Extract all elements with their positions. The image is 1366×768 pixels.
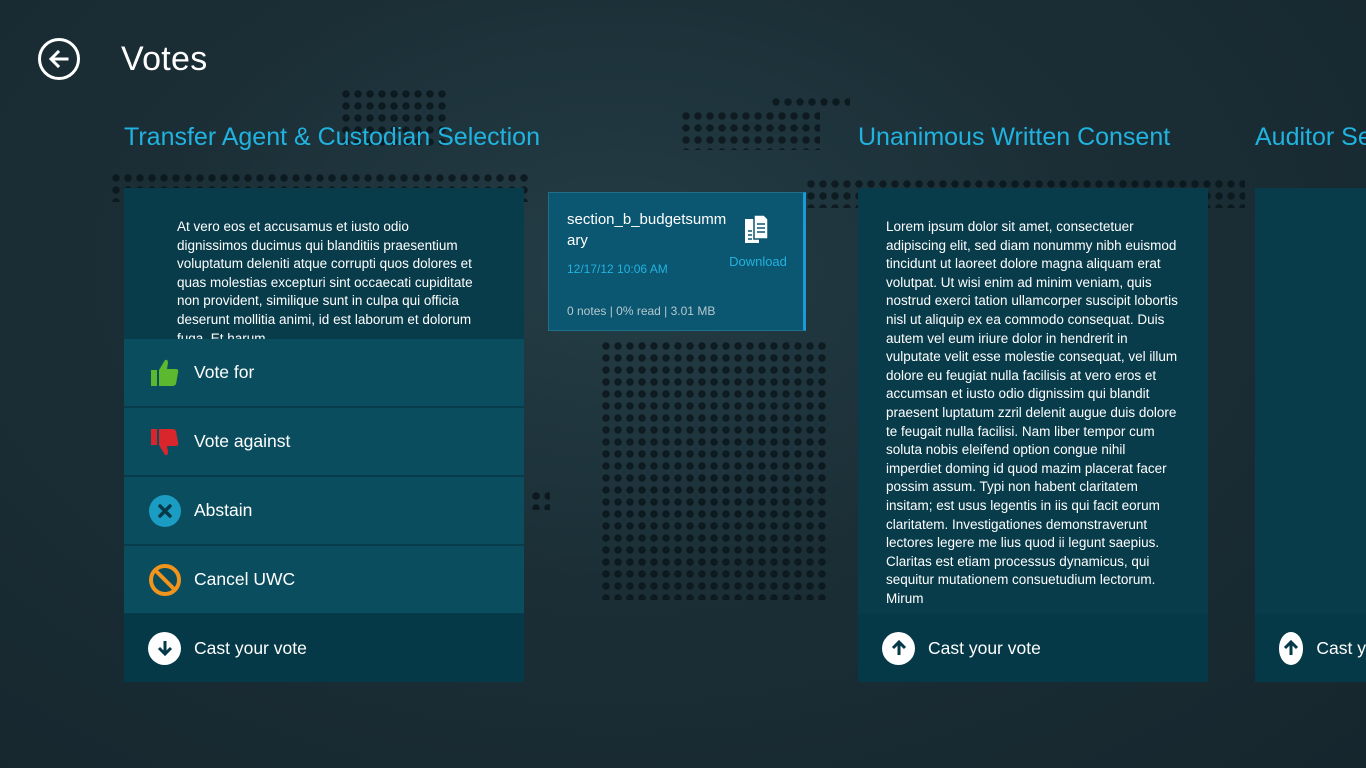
world-map-dots [530,490,550,510]
document-meta: 0 notes | 0% read | 3.01 MB [567,304,716,318]
thumbs-up-icon [148,356,182,390]
column-title: Unanimous Written Consent [858,123,1171,151]
cast-vote-button[interactable]: Cast your vote [124,614,524,682]
cancel-uwc-button[interactable]: Cancel UWC [124,546,524,614]
cancel-prohibited-icon [148,563,182,597]
back-arrow-icon [48,49,69,69]
world-map-dots [770,96,850,110]
cast-vote-label: Cast y [1316,637,1366,658]
cast-vote-label: Cast your vote [928,637,1041,658]
document-name: section_b_budgetsummary [567,211,727,249]
arrow-up-icon [1279,631,1304,665]
item-description: At vero eos et accusamus et iusto odio d… [177,219,473,340]
cast-vote-button[interactable]: Cast y [1255,614,1366,682]
abstain-label: Abstain [194,500,253,520]
world-map-dots [680,110,820,150]
column-title: Auditor Se [1255,123,1366,151]
arrow-down-icon [148,631,181,665]
download-label: Download [729,254,787,269]
page-title: Votes [121,40,208,78]
vote-panel-transfer-agent: At vero eos et accusamus et iusto odio d… [124,188,524,682]
vote-for-label: Vote for [194,362,255,382]
cast-vote-button[interactable]: Cast your vote [858,614,1208,682]
download-button[interactable]: Download [723,213,793,269]
document-date: 12/17/12 10:06 AM [567,262,668,276]
document-card[interactable]: section_b_budgetsummary 12/17/12 10:06 A… [548,192,806,331]
column-title: Transfer Agent & Custodian Selection [124,123,540,151]
abstain-button[interactable]: Abstain [124,477,524,545]
vote-panel-auditor: Cast y [1255,188,1366,682]
vote-against-label: Vote against [194,431,291,451]
arrow-up-icon [882,631,915,665]
back-button[interactable] [38,38,80,80]
world-map-dots [600,340,830,600]
item-description: Lorem ipsum dolor sit amet, consectetuer… [886,219,1178,606]
document-icon [745,214,769,243]
cancel-uwc-label: Cancel UWC [194,569,296,589]
thumbs-down-icon [148,425,182,459]
vote-panel-unanimous-consent: Lorem ipsum dolor sit amet, consectetuer… [858,188,1208,682]
vote-against-button[interactable]: Vote against [124,408,524,476]
abstain-x-icon [148,494,182,528]
cast-vote-label: Cast your vote [194,637,307,658]
vote-for-button[interactable]: Vote for [124,339,524,407]
